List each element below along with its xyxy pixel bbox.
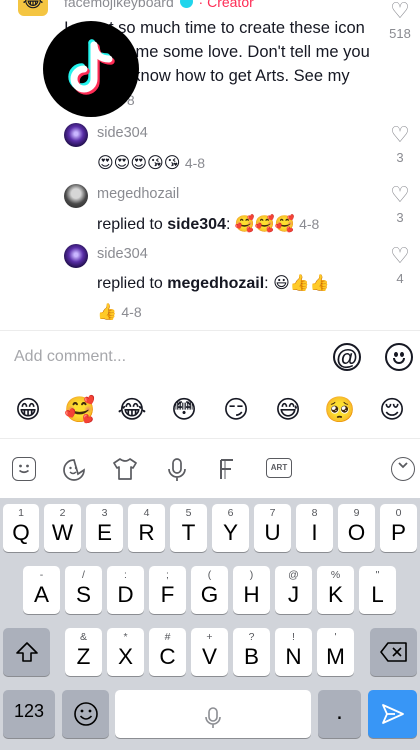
reply-target[interactable]: megedhozail	[167, 275, 264, 292]
emoji-quick-row: 😁 🥰 😂 😳 😏 😅 🥺 😌	[0, 382, 420, 438]
key-p[interactable]: 0P	[380, 504, 417, 552]
reply-text: replied to side304: 🥰🥰🥰 4-8	[97, 216, 320, 233]
tiktok-logo	[43, 21, 139, 117]
key-h[interactable]: ) H	[233, 566, 270, 614]
keyboard: 1Q 2W 3E 4R 5T 6Y 7U 8I 9O 0P -A / S :D ;…	[0, 498, 420, 750]
comment-author[interactable]: facemojikeyboard	[64, 0, 174, 10]
avatar[interactable]	[64, 244, 88, 268]
reply-author[interactable]: side304	[97, 125, 148, 141]
period-key[interactable]: .	[318, 690, 361, 738]
key-e[interactable]: 3E	[86, 504, 123, 552]
key-j[interactable]: @ J	[275, 566, 312, 614]
key-b[interactable]: ? B	[233, 628, 270, 676]
shift-icon	[3, 628, 50, 676]
emoji-button[interactable]: 😌	[372, 395, 412, 425]
emoji-sticker-icon[interactable]	[12, 457, 36, 481]
emoji-icon[interactable]	[385, 343, 413, 371]
comment-input[interactable]: Add comment...	[14, 348, 126, 366]
key-s[interactable]: / S	[65, 566, 102, 614]
numbers-key[interactable]: 123	[3, 690, 55, 738]
like-count: 4	[396, 271, 404, 286]
keyboard-toolbar: ART	[0, 438, 420, 498]
emoji-button[interactable]: 🥺	[320, 396, 360, 425]
tiktok-note-icon	[68, 39, 115, 95]
sticker-face-icon[interactable]	[61, 457, 85, 481]
heart-icon: ♡	[390, 182, 410, 207]
emoji-icon	[62, 690, 109, 738]
reply-target[interactable]: side304	[167, 216, 226, 233]
like-button[interactable]: ♡ 3	[386, 122, 414, 166]
key-g[interactable]: (G	[191, 566, 228, 614]
like-button[interactable]: ♡ 4	[386, 243, 414, 287]
key-k[interactable]: % K	[317, 566, 354, 614]
like-count: 3	[396, 150, 404, 165]
space-key[interactable]	[115, 690, 311, 738]
verified-icon	[179, 0, 193, 8]
commenter-avatar[interactable]: 😂	[18, 0, 48, 16]
key-i[interactable]: 8I	[296, 504, 333, 552]
send-icon	[368, 690, 417, 738]
emoji-button[interactable]: 😅	[268, 395, 308, 425]
like-count: 518	[389, 26, 411, 41]
reply-text: replied to megedhozail: 😃👍👍 👍 4-8	[97, 275, 330, 321]
font-icon[interactable]	[215, 457, 239, 481]
heart-icon: ♡	[390, 122, 410, 147]
reply-date: 4-8	[184, 155, 206, 171]
key-d[interactable]: :D	[107, 566, 144, 614]
emoji-button[interactable]: 😂	[112, 395, 152, 425]
key-o[interactable]: 9O	[338, 504, 375, 552]
mic-icon	[115, 690, 311, 738]
heart-icon: ♡	[390, 0, 410, 23]
mic-icon[interactable]	[165, 457, 189, 481]
shift-key[interactable]	[3, 628, 50, 676]
key-f[interactable]: ; F	[149, 566, 186, 614]
key-z[interactable]: & Z	[65, 628, 102, 676]
reply-text: 😍😍😍😘😘 4-8	[97, 155, 206, 172]
backspace-icon	[370, 628, 417, 676]
key-t[interactable]: 5T	[170, 504, 207, 552]
key-u[interactable]: 7U	[254, 504, 291, 552]
collapse-icon[interactable]	[391, 457, 415, 481]
key-v[interactable]: + V	[191, 628, 228, 676]
avatar[interactable]	[64, 184, 88, 208]
comment-author-line: facemojikeyboard · Creator	[64, 0, 254, 10]
avatar[interactable]	[64, 123, 88, 147]
emoji-keyboard-key[interactable]	[62, 690, 109, 738]
key-r[interactable]: 4R	[128, 504, 165, 552]
key-m[interactable]: ' M	[317, 628, 354, 676]
like-button[interactable]: ♡ 3	[386, 182, 414, 226]
key-c[interactable]: # C	[149, 628, 186, 676]
reply-date: 4-8	[121, 304, 142, 320]
key-n[interactable]: ! N	[275, 628, 312, 676]
comments-panel: 😂 facemojikeyboard · Creator I spent so …	[0, 0, 420, 330]
heart-icon: ♡	[390, 243, 410, 268]
emoji-button[interactable]: 🥰	[60, 396, 100, 425]
mention-icon[interactable]: @	[333, 343, 361, 371]
key-l[interactable]: " L	[359, 566, 396, 614]
reply-date: 4-8	[299, 216, 320, 232]
reply-author[interactable]: megedhozail	[97, 186, 179, 202]
emoji-button[interactable]: 😁	[8, 395, 48, 425]
like-count: 3	[396, 210, 404, 225]
art-icon[interactable]: ART	[266, 458, 292, 478]
backspace-key[interactable]	[370, 628, 417, 676]
key-a[interactable]: -A	[23, 566, 60, 614]
key-w[interactable]: 2W	[44, 504, 81, 552]
creator-badge: Creator	[207, 0, 254, 10]
key-y[interactable]: 6Y	[212, 504, 249, 552]
reply-author[interactable]: side304	[97, 246, 148, 262]
tshirt-icon[interactable]	[112, 457, 137, 481]
key-x[interactable]: * X	[107, 628, 144, 676]
like-button[interactable]: ♡ 518	[386, 0, 414, 41]
send-key[interactable]	[368, 690, 417, 738]
emoji-button[interactable]: 😳	[164, 395, 204, 425]
key-q[interactable]: 1Q	[3, 504, 39, 552]
emoji-button[interactable]: 😏	[216, 395, 256, 425]
